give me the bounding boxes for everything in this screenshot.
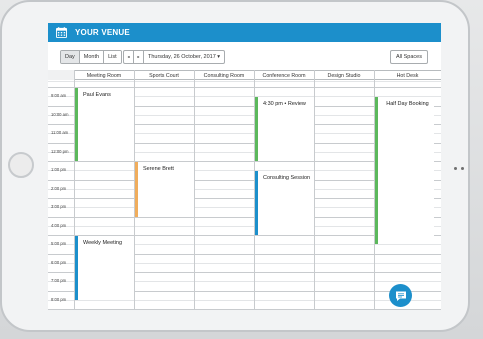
column-header: Design Studio [314, 70, 374, 80]
chat-bubble-icon [395, 291, 406, 301]
event-color-bar [255, 97, 258, 161]
booking-event[interactable]: Consulting Session [255, 171, 314, 235]
time-label: 5:00 pm [51, 241, 67, 247]
calendar-icon [56, 27, 67, 38]
all-spaces-button[interactable]: All Spaces [390, 50, 428, 64]
grid-row-line [48, 81, 441, 82]
grid-corner [48, 70, 74, 80]
event-color-bar [135, 162, 138, 217]
time-label: 6:00 pm [51, 259, 67, 265]
chat-button[interactable] [389, 284, 412, 307]
app-screen: YOUR VENUE Day Month List ◂ ▸ Thursday, … [48, 23, 441, 310]
grid-row-line [48, 299, 441, 301]
grid-col-line [194, 70, 195, 310]
time-label: 1:00 pm [51, 167, 67, 173]
booking-event[interactable]: Serene Brett [135, 162, 194, 217]
column-header: Meeting Room [74, 70, 134, 80]
home-button[interactable] [8, 152, 34, 178]
event-label: Paul Evans [83, 92, 111, 98]
view-month-button[interactable]: Month [79, 51, 105, 63]
date-picker-button[interactable]: Thursday, 26 October, 2017 ▾ [144, 51, 224, 63]
time-label: 10:00 am [51, 111, 69, 117]
time-label: 7:00 pm [51, 278, 67, 284]
next-day-button[interactable]: ▸ [134, 51, 144, 63]
grid-col-line [314, 70, 315, 310]
event-label: Half Day Booking [386, 101, 429, 108]
column-header: Hot Desk [374, 70, 441, 80]
column-header: Sports Court [134, 70, 194, 80]
time-label: 9:00 am [51, 93, 67, 99]
event-color-bar [75, 88, 78, 161]
venue-title: YOUR VENUE [75, 28, 130, 37]
time-label: 3:00 pm [51, 204, 67, 210]
view-list-button[interactable]: List [104, 51, 121, 63]
event-color-bar [255, 171, 258, 235]
event-color-bar [75, 236, 78, 300]
event-label: Serene Brett [143, 166, 174, 172]
booking-event[interactable]: 4:30 pm • Review [255, 97, 314, 161]
date-navigator: ◂ ▸ Thursday, 26 October, 2017 ▾ [123, 50, 226, 64]
time-label: 12:00 pm [51, 148, 69, 154]
time-label: 2:00 pm [51, 185, 67, 191]
booking-event[interactable]: Half Day Booking [375, 97, 434, 245]
schedule-grid: Meeting Room Sports Court Consulting Room C… [48, 70, 441, 310]
event-label: 4:30 pm • Review [263, 101, 306, 108]
view-switcher: Day Month List [60, 50, 122, 64]
booking-event[interactable]: Weekly Meeting [75, 236, 134, 300]
time-label: 11:00 am [51, 130, 69, 136]
view-day-button[interactable]: Day [61, 51, 80, 63]
time-label: 4:00 pm [51, 222, 67, 228]
booking-event[interactable]: Paul Evans [75, 88, 134, 161]
toolbar: Day Month List ◂ ▸ Thursday, 26 October,… [48, 42, 441, 70]
event-label: Consulting Session [263, 175, 311, 182]
grid-row-line [48, 309, 441, 310]
time-label: 8:00 pm [51, 296, 67, 302]
column-header: Consulting Room [194, 70, 254, 80]
event-label: Weekly Meeting [83, 240, 123, 246]
prev-day-button[interactable]: ◂ [124, 51, 134, 63]
event-color-bar [375, 97, 378, 245]
tablet-device: YOUR VENUE Day Month List ◂ ▸ Thursday, … [0, 0, 483, 339]
column-header: Conference Room [254, 70, 314, 80]
side-sensor-dots [454, 167, 464, 170]
app-header: YOUR VENUE [48, 23, 441, 42]
